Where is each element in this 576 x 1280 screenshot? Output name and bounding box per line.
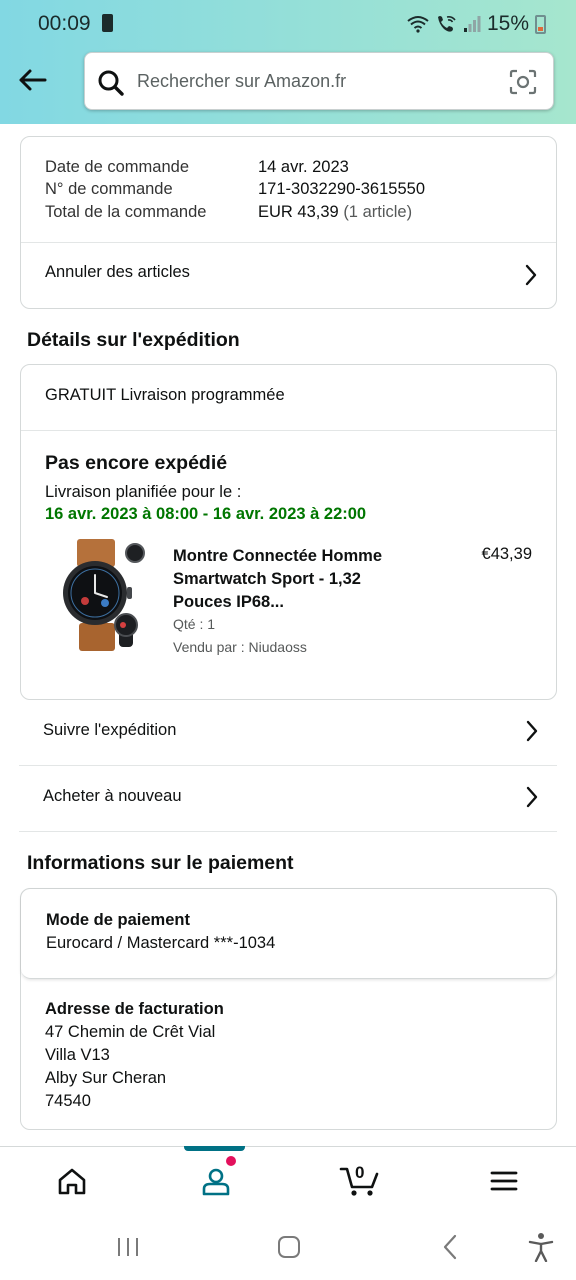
- system-navigation-bar: [0, 1214, 576, 1280]
- signal-icon: [463, 16, 481, 32]
- buy-again-row[interactable]: Acheter à nouveau: [19, 766, 557, 832]
- payment-method-block[interactable]: Mode de paiement Eurocard / Mastercard *…: [21, 889, 556, 979]
- home-icon: [58, 1168, 86, 1195]
- cancel-items-row[interactable]: Annuler des articles: [21, 242, 556, 308]
- planned-delivery-label: Livraison planifiée pour le :: [45, 483, 242, 501]
- app-header: 00:09 15%: [0, 0, 576, 124]
- user-icon: [202, 1168, 230, 1196]
- hamburger-menu-icon: [490, 1171, 518, 1191]
- buy-again-label: Acheter à nouveau: [43, 787, 182, 805]
- wifi-icon: [407, 16, 429, 33]
- shipping-section-title: Détails sur l'expédition: [27, 329, 240, 351]
- product-title[interactable]: Montre Connectée Homme Smartwatch Sport …: [173, 545, 423, 614]
- planned-delivery-window: 16 avr. 2023 à 08:00 - 16 avr. 2023 à 22…: [45, 505, 367, 523]
- billing-address-line: Alby Sur Cheran: [45, 1069, 167, 1087]
- status-bar: 00:09 15%: [0, 0, 576, 48]
- bottom-navigation: [0, 1146, 576, 1214]
- track-shipment-row[interactable]: Suivre l'expédition: [19, 700, 557, 766]
- active-tab-indicator: [184, 1146, 245, 1151]
- product-seller: Vendu par : Niudaoss: [173, 639, 307, 655]
- search-bar[interactable]: [84, 52, 554, 110]
- order-total-label: Total de la commande: [45, 203, 207, 221]
- battery-percent: 15%: [486, 12, 529, 35]
- recent-apps-icon[interactable]: [116, 1236, 140, 1258]
- order-date-value: 14 avr. 2023: [258, 158, 349, 176]
- shipment-card: GRATUIT Livraison programmée Pas encore …: [20, 364, 557, 700]
- order-summary-card: Date de commande 14 avr. 2023 N° de comm…: [20, 136, 557, 309]
- payment-method-label: Mode de paiement: [46, 911, 190, 929]
- order-date-label: Date de commande: [45, 158, 189, 176]
- billing-address-line: 74540: [45, 1092, 91, 1110]
- search-icon: [98, 70, 124, 96]
- billing-address-label: Adresse de facturation: [45, 1000, 224, 1018]
- search-input[interactable]: [137, 67, 477, 95]
- track-shipment-label: Suivre l'expédition: [43, 721, 177, 739]
- shipment-status: Pas encore expédié: [45, 452, 228, 474]
- status-time: 00:09: [38, 12, 91, 35]
- sim-icon: [102, 14, 113, 32]
- chevron-right-icon: [525, 264, 537, 286]
- arrow-left-icon: [19, 69, 47, 91]
- divider: [21, 430, 556, 431]
- order-total-value-group: EUR 43,39 (1 article): [258, 203, 412, 222]
- product-quantity: Qté : 1: [173, 616, 216, 632]
- cart-count: 0: [355, 1163, 365, 1182]
- tab-menu[interactable]: [432, 1147, 576, 1215]
- cancel-items-label: Annuler des articles: [45, 263, 190, 281]
- billing-address-line: Villa V13: [45, 1046, 110, 1064]
- order-number-value: 171-3032290-3615550: [258, 180, 425, 198]
- order-total-value: EUR 43,39: [258, 203, 339, 221]
- payment-card: Mode de paiement Eurocard / Mastercard *…: [20, 888, 557, 1130]
- camera-scan-icon[interactable]: [509, 69, 537, 95]
- tab-home[interactable]: [0, 1147, 144, 1215]
- payment-section-title: Informations sur le paiement: [27, 852, 294, 874]
- chevron-right-icon: [526, 720, 538, 742]
- home-button-icon[interactable]: [277, 1235, 301, 1259]
- product-price: €43,39: [481, 545, 532, 563]
- back-nav-icon[interactable]: [442, 1234, 458, 1260]
- back-button[interactable]: [14, 62, 50, 98]
- delivery-type: GRATUIT Livraison programmée: [45, 386, 285, 404]
- accessibility-icon[interactable]: [528, 1232, 554, 1262]
- tab-account[interactable]: [144, 1147, 288, 1215]
- order-number-label: N° de commande: [45, 180, 173, 198]
- chevron-right-icon: [526, 786, 538, 808]
- notification-dot: [226, 1156, 236, 1166]
- smartwatch-image: [63, 539, 145, 651]
- wifi-call-icon: [437, 16, 456, 32]
- status-right-group: 15%: [407, 12, 546, 36]
- product-image[interactable]: [43, 539, 155, 651]
- payment-method-value: Eurocard / Mastercard ***-1034: [46, 934, 276, 952]
- order-total-items: (1 article): [343, 203, 413, 221]
- billing-address-line: 47 Chemin de Crêt Vial: [45, 1023, 216, 1041]
- battery-icon: [535, 14, 546, 34]
